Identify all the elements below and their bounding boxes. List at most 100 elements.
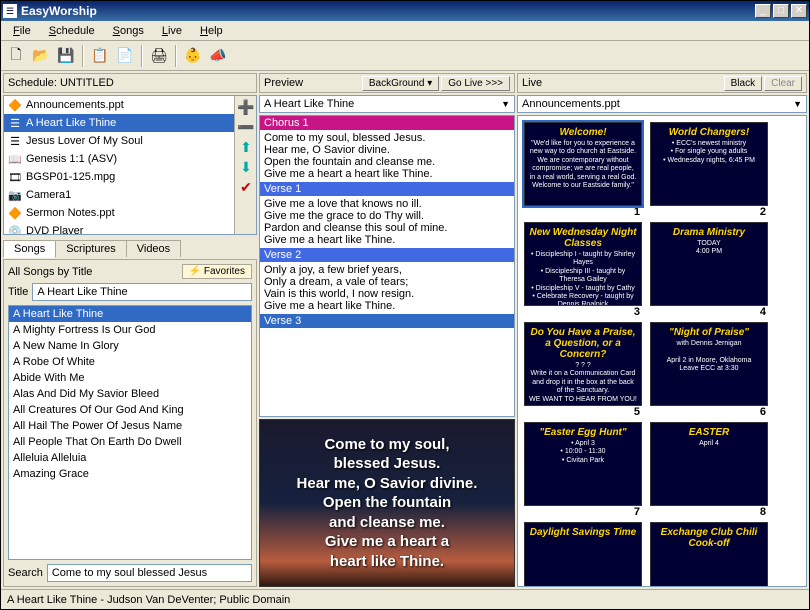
- up-icon[interactable]: ⬆: [237, 138, 255, 156]
- schedule-item[interactable]: 💿 DVD Player: [4, 222, 234, 234]
- slide-thumbnail[interactable]: Welcome!"We'd like for you to experience…: [524, 122, 642, 206]
- app-title: EasyWorship: [21, 4, 755, 18]
- minimize-button[interactable]: _: [755, 4, 771, 18]
- schedule-item[interactable]: 📷Camera1: [4, 186, 234, 204]
- open-icon[interactable]: 📂: [30, 45, 52, 67]
- slide-number: 8: [650, 506, 768, 518]
- verse-text[interactable]: Come to my soul, blessed Jesus. Hear me,…: [260, 130, 514, 182]
- slide-body: TODAY 4:00 PM: [696, 240, 722, 257]
- schedule-item[interactable]: 🔶Announcements.ppt: [4, 96, 234, 114]
- schedule-item[interactable]: 🎞BGSP01-125.mpg: [4, 168, 234, 186]
- slide-title: Exchange Club Chili Cook-off: [655, 527, 763, 549]
- slide-number: 6: [650, 406, 768, 418]
- verse-label[interactable]: Chorus 1: [260, 116, 514, 130]
- tab-songs[interactable]: Songs: [3, 240, 56, 258]
- slide-thumbnail[interactable]: EASTERApril 4: [650, 422, 768, 506]
- slides-grid[interactable]: Welcome!"We'd like for you to experience…: [517, 115, 807, 587]
- maximize-button[interactable]: □: [773, 4, 789, 18]
- preview-header-label: Preview: [264, 77, 303, 89]
- schedule-item-label: Genesis 1:1 (ASV): [26, 153, 117, 165]
- slide-thumbnail[interactable]: Do You Have a Praise, a Question, or a C…: [524, 322, 642, 406]
- song-item[interactable]: A Heart Like Thine: [9, 306, 251, 322]
- schedule-item[interactable]: 📖Genesis 1:1 (ASV): [4, 150, 234, 168]
- song-item[interactable]: All People That On Earth Do Dwell: [9, 434, 251, 450]
- menu-live[interactable]: Live: [154, 23, 190, 39]
- song-item[interactable]: Amazing Grace: [9, 466, 251, 482]
- menu-help[interactable]: Help: [192, 23, 231, 39]
- schedule-item-label: DVD Player: [26, 225, 83, 234]
- favorites-button[interactable]: ⚡ Favorites: [182, 264, 252, 279]
- background-button[interactable]: BackGround ▾: [362, 76, 439, 91]
- add-icon[interactable]: ➕: [237, 98, 255, 116]
- song-item[interactable]: Alas And Did My Savior Bleed: [9, 386, 251, 402]
- message-alert-icon[interactable]: 📣: [207, 45, 229, 67]
- slide-title: "Night of Praise": [669, 327, 749, 338]
- song-item[interactable]: All Creatures Of Our God And King: [9, 402, 251, 418]
- song-item[interactable]: All Hail The Power Of Jesus Name: [9, 418, 251, 434]
- slide-number: 3: [524, 306, 642, 318]
- nursery-alert-icon[interactable]: 👶: [182, 45, 204, 67]
- verse-label[interactable]: Verse 1: [260, 182, 514, 196]
- slide-thumbnail[interactable]: World Changers!• ECC's newest ministry •…: [650, 122, 768, 206]
- schedule-item-icon: 💿: [8, 225, 22, 235]
- verse-text[interactable]: Only a joy, a few brief years, Only a dr…: [260, 262, 514, 314]
- check-icon[interactable]: ✔: [237, 178, 255, 196]
- menu-file[interactable]: File: [5, 23, 39, 39]
- schedule-item-label: Sermon Notes.ppt: [26, 207, 115, 219]
- slide-number: 4: [650, 306, 768, 318]
- copy-icon[interactable]: 📋: [89, 45, 111, 67]
- menu-songs[interactable]: Songs: [105, 23, 152, 39]
- preview-song-dropdown[interactable]: A Heart Like Thine ▼: [259, 95, 515, 113]
- go-live-button[interactable]: Go Live >>>: [441, 76, 510, 91]
- tab-videos[interactable]: Videos: [126, 240, 181, 257]
- preview-header: Preview BackGround ▾ Go Live >>>: [259, 73, 515, 93]
- schedule-header-label: Schedule: UNTITLED: [8, 77, 114, 89]
- search-input[interactable]: [47, 564, 252, 582]
- slide-thumbnail[interactable]: "Easter Egg Hunt"• April 3 • 10:00 - 11:…: [524, 422, 642, 506]
- songs-panel: All Songs by Title ⚡ Favorites Title A H…: [3, 259, 257, 587]
- schedule-item[interactable]: 🔶Sermon Notes.ppt: [4, 204, 234, 222]
- song-list[interactable]: A Heart Like ThineA Mighty Fortress Is O…: [8, 305, 252, 560]
- dropdown-arrow-icon: ▼: [501, 99, 510, 109]
- slide-thumbnail[interactable]: New Wednesday Night Classes• Discipleshi…: [524, 222, 642, 306]
- print-icon[interactable]: 🖨: [148, 45, 170, 67]
- black-button[interactable]: Black: [724, 76, 762, 91]
- song-item[interactable]: A Mighty Fortress Is Our God: [9, 322, 251, 338]
- title-input[interactable]: [32, 283, 252, 301]
- slide-thumbnail[interactable]: "Night of Praise" with Dennis Jernigan Ap…: [650, 322, 768, 406]
- verse-text[interactable]: Give me a love that knows no ill. Give m…: [260, 196, 514, 248]
- tabs: SongsScripturesVideos: [3, 237, 257, 257]
- slide-title: World Changers!: [669, 127, 749, 138]
- slide-body: with Dennis Jernigan April 2 in Moore, O…: [667, 340, 752, 374]
- down-icon[interactable]: ⬇: [237, 158, 255, 176]
- song-item[interactable]: A Robe Of White: [9, 354, 251, 370]
- schedule-item[interactable]: ☰Jesus Lover Of My Soul: [4, 132, 234, 150]
- schedule-item-label: A Heart Like Thine: [26, 117, 116, 129]
- song-item[interactable]: Alleluia Alleluia: [9, 450, 251, 466]
- slide-number: 7: [524, 506, 642, 518]
- schedule-list[interactable]: 🔶Announcements.ppt☰A Heart Like Thine☰Je…: [4, 96, 234, 234]
- schedule-item[interactable]: ☰A Heart Like Thine: [4, 114, 234, 132]
- schedule-item-label: Jesus Lover Of My Soul: [26, 135, 143, 147]
- song-item[interactable]: A New Name In Glory: [9, 338, 251, 354]
- remove-icon[interactable]: ➖: [237, 118, 255, 136]
- verses-list[interactable]: Chorus 1Come to my soul, blessed Jesus. …: [259, 115, 515, 417]
- song-item[interactable]: Abide With Me: [9, 370, 251, 386]
- slide-thumbnail[interactable]: Exchange Club Chili Cook-off: [650, 522, 768, 587]
- close-button[interactable]: ✕: [791, 4, 807, 18]
- live-dropdown[interactable]: Announcements.ppt ▼: [517, 95, 807, 113]
- schedule-side-buttons: ➕ ➖ ⬆ ⬇ ✔: [234, 96, 256, 234]
- verse-label[interactable]: Verse 2: [260, 248, 514, 262]
- clear-button[interactable]: Clear: [764, 76, 802, 91]
- new-icon[interactable]: 🗋: [5, 45, 27, 67]
- schedule-item-icon: 📷: [8, 189, 22, 202]
- menu-schedule[interactable]: Schedule: [41, 23, 103, 39]
- tab-scriptures[interactable]: Scriptures: [55, 240, 127, 257]
- slide-body: "We'd like for you to experience a new w…: [529, 140, 637, 190]
- save-icon[interactable]: 💾: [55, 45, 77, 67]
- slide-thumbnail[interactable]: Daylight Savings Time: [524, 522, 642, 587]
- paste-icon[interactable]: 📄: [114, 45, 136, 67]
- schedule-box: 🔶Announcements.ppt☰A Heart Like Thine☰Je…: [3, 95, 257, 235]
- verse-label[interactable]: Verse 3: [260, 314, 514, 328]
- slide-thumbnail[interactable]: Drama MinistryTODAY 4:00 PM: [650, 222, 768, 306]
